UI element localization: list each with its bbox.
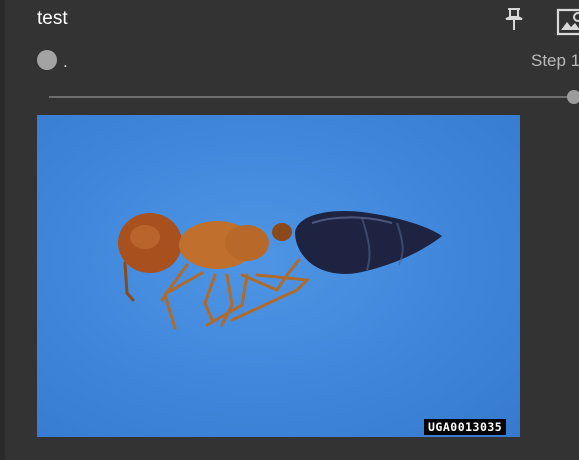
image-card: test . Step 1 UGA0013035 xyxy=(0,0,579,460)
image-settings-icon[interactable] xyxy=(556,6,579,38)
sample-image: UGA0013035 xyxy=(37,115,520,437)
pin-icon[interactable] xyxy=(503,6,525,32)
step-label: Step 1 xyxy=(531,51,579,70)
card-title: test xyxy=(37,8,68,29)
run-name: . xyxy=(63,52,68,71)
step-slider[interactable] xyxy=(49,96,575,98)
ant-illustration xyxy=(118,211,442,330)
image-watermark: UGA0013035 xyxy=(424,419,507,435)
step-slider-thumb[interactable] xyxy=(567,90,579,104)
run-color-dot xyxy=(37,50,57,70)
